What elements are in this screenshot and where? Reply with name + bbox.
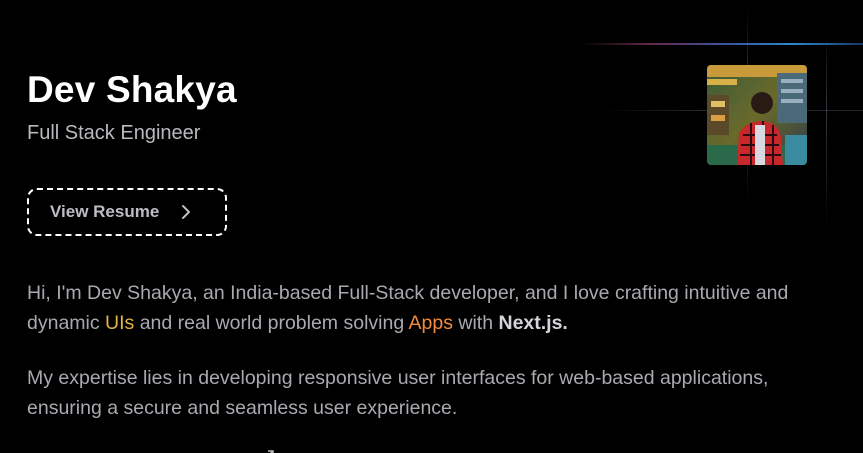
chevron-right-icon (181, 204, 193, 220)
bio-paragraph: Hi, I'm Dev Shakya, an India-based Full-… (27, 278, 827, 338)
page-title: Dev Shakya (27, 69, 237, 110)
highlight-uis: UIs (105, 312, 135, 334)
view-resume-label: View Resume (50, 202, 160, 221)
expertise-paragraph: My expertise lies in developing responsi… (27, 367, 769, 419)
external-link-icon[interactable] (265, 446, 277, 453)
highlight-nextjs: Next.js. (498, 312, 568, 334)
view-resume-button[interactable]: View Resume (27, 188, 227, 236)
job-title: Full Stack Engineer (27, 122, 201, 144)
highlight-apps: Apps (408, 312, 453, 334)
avatar (707, 65, 807, 165)
decorative-grid-line (826, 30, 827, 230)
decorative-glow-line (580, 43, 863, 45)
bio-text: with (452, 312, 499, 334)
bio-text: and real world problem solving (134, 312, 409, 334)
